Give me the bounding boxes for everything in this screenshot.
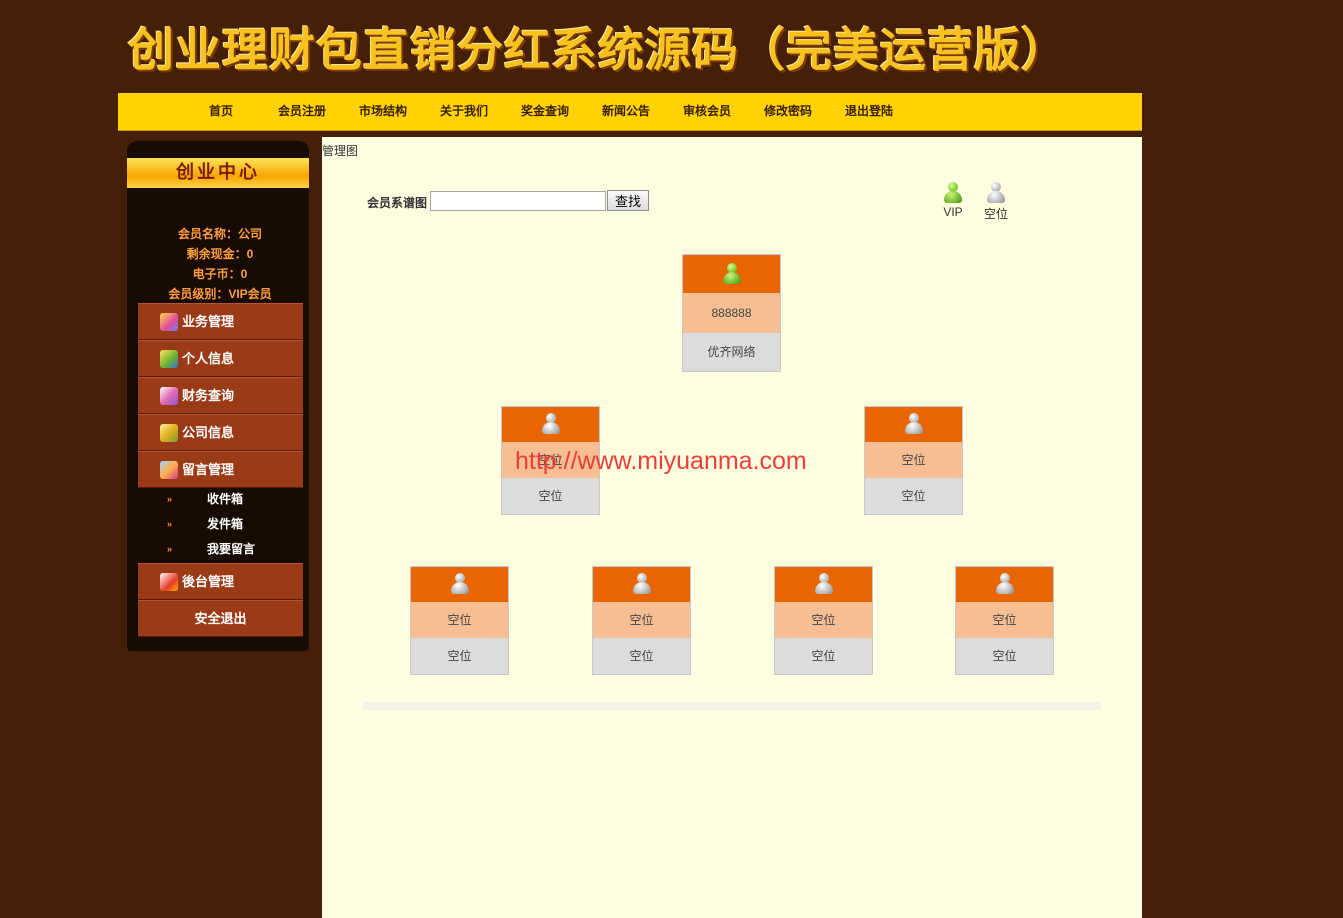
empty-person-icon [632, 573, 652, 595]
tree-node-l3[interactable]: 空位 空位 [774, 566, 873, 675]
home-icon [160, 573, 178, 591]
menu-backend-management[interactable]: 後台管理 [138, 563, 303, 600]
cash-balance: 剩余现金：0 [186, 247, 254, 261]
sidebar-title: 创业中心 [127, 158, 309, 188]
menu-message-management[interactable]: 留言管理 [138, 451, 303, 488]
finance-icon [160, 387, 178, 405]
nav-market-structure[interactable]: 市场结构 [359, 93, 407, 130]
empty-person-icon [995, 573, 1015, 595]
tree-node-l3[interactable]: 空位 空位 [955, 566, 1054, 675]
nav-member-register[interactable]: 会员注册 [278, 93, 326, 130]
node-name: 空位 [956, 638, 1053, 674]
submenu-label: 收件箱 [207, 492, 244, 506]
main-content: 管理图 会员系谱图 查找 VIP 空位 888888 优齐网络 空位 空位 空位… [322, 137, 1142, 918]
legend-label: 空位 [983, 207, 1008, 221]
node-id: 空位 [411, 602, 508, 638]
vip-person-icon [943, 182, 963, 204]
nav-about-us[interactable]: 关于我们 [440, 93, 488, 130]
empty-person-icon [541, 413, 561, 435]
nav-change-password[interactable]: 修改密码 [764, 93, 812, 130]
submenu-outbox[interactable]: » 发件箱 [167, 514, 307, 534]
node-name: 空位 [775, 638, 872, 674]
menu-label: 安全退出 [194, 611, 247, 626]
menu-label: 个人信息 [182, 351, 235, 366]
node-id: 空位 [502, 442, 599, 478]
node-name: 空位 [502, 478, 599, 514]
member-level: 会员级别：VIP会员 [168, 287, 272, 301]
nav-home[interactable]: 首页 [209, 93, 233, 130]
node-id: 空位 [593, 602, 690, 638]
menu-label: 财务查询 [182, 388, 235, 403]
sidebar: 创业中心 会员名称：公司 剩余现金：0 电子币：0 会员级别：VIP会员 业务管… [127, 141, 309, 651]
double-chevron-icon: » [167, 494, 173, 504]
member-name: 会员名称：公司 [177, 227, 262, 241]
menu-company-info[interactable]: 公司信息 [138, 414, 303, 451]
menu-label: 後台管理 [182, 574, 235, 589]
nav-bonus-query[interactable]: 奖金查询 [521, 93, 569, 130]
menu-business-management[interactable]: 业务管理 [138, 303, 303, 340]
double-chevron-icon: » [167, 519, 173, 529]
legend-empty: 空位 [976, 182, 1016, 222]
submenu-inbox[interactable]: » 收件箱 [167, 489, 307, 509]
tree-node-l3[interactable]: 空位 空位 [592, 566, 691, 675]
message-icon [160, 461, 178, 479]
safe-logout-button[interactable]: 安全退出 [138, 600, 303, 637]
nav-news[interactable]: 新闻公告 [602, 93, 650, 130]
menu-label: 公司信息 [182, 425, 235, 440]
search-label: 会员系谱图 [367, 196, 428, 210]
node-name: 空位 [865, 478, 962, 514]
submenu-label: 我要留言 [207, 542, 256, 556]
empty-person-icon [904, 413, 924, 435]
node-id: 空位 [775, 602, 872, 638]
tree-node-l2-right[interactable]: 空位 空位 [864, 406, 963, 515]
search-input[interactable] [430, 191, 606, 211]
node-name: 空位 [593, 638, 690, 674]
legend-label: VIP [943, 205, 963, 219]
submenu-leave-message[interactable]: » 我要留言 [167, 539, 307, 559]
bottom-divider [363, 702, 1101, 710]
tree-node-l3[interactable]: 空位 空位 [410, 566, 509, 675]
empty-person-icon [450, 573, 470, 595]
briefcase-icon [160, 313, 178, 331]
breadcrumb: 管理图 [322, 144, 359, 158]
menu-personal-info[interactable]: 个人信息 [138, 340, 303, 377]
nav-logout[interactable]: 退出登陆 [845, 93, 893, 130]
double-chevron-icon: » [167, 544, 173, 554]
node-name: 优齐网络 [683, 333, 780, 371]
e-coin-balance: 电子币：0 [192, 267, 248, 281]
tree-node-root[interactable]: 888888 优齐网络 [682, 254, 781, 372]
empty-person-icon [986, 182, 1006, 204]
empty-person-icon [814, 573, 834, 595]
menu-label: 留言管理 [182, 462, 235, 477]
top-navbar: 首页 会员注册 市场结构 关于我们 奖金查询 新闻公告 审核会员 修改密码 退出… [118, 93, 1142, 131]
legend-vip: VIP [933, 182, 973, 219]
search-button[interactable]: 查找 [607, 190, 649, 211]
menu-label: 业务管理 [182, 314, 235, 329]
company-icon [160, 424, 178, 442]
user-info-icon [160, 350, 178, 368]
node-id: 空位 [865, 442, 962, 478]
tree-node-l2-left[interactable]: 空位 空位 [501, 406, 600, 515]
menu-finance-query[interactable]: 财务查询 [138, 377, 303, 414]
node-id: 888888 [683, 293, 780, 333]
vip-person-icon [722, 263, 742, 285]
nav-review-members[interactable]: 审核会员 [683, 93, 731, 130]
node-id: 空位 [956, 602, 1053, 638]
submenu-label: 发件箱 [207, 517, 244, 531]
node-name: 空位 [411, 638, 508, 674]
site-banner-title: 创业理财包直销分红系统源码（完美运营版） [128, 23, 1068, 77]
